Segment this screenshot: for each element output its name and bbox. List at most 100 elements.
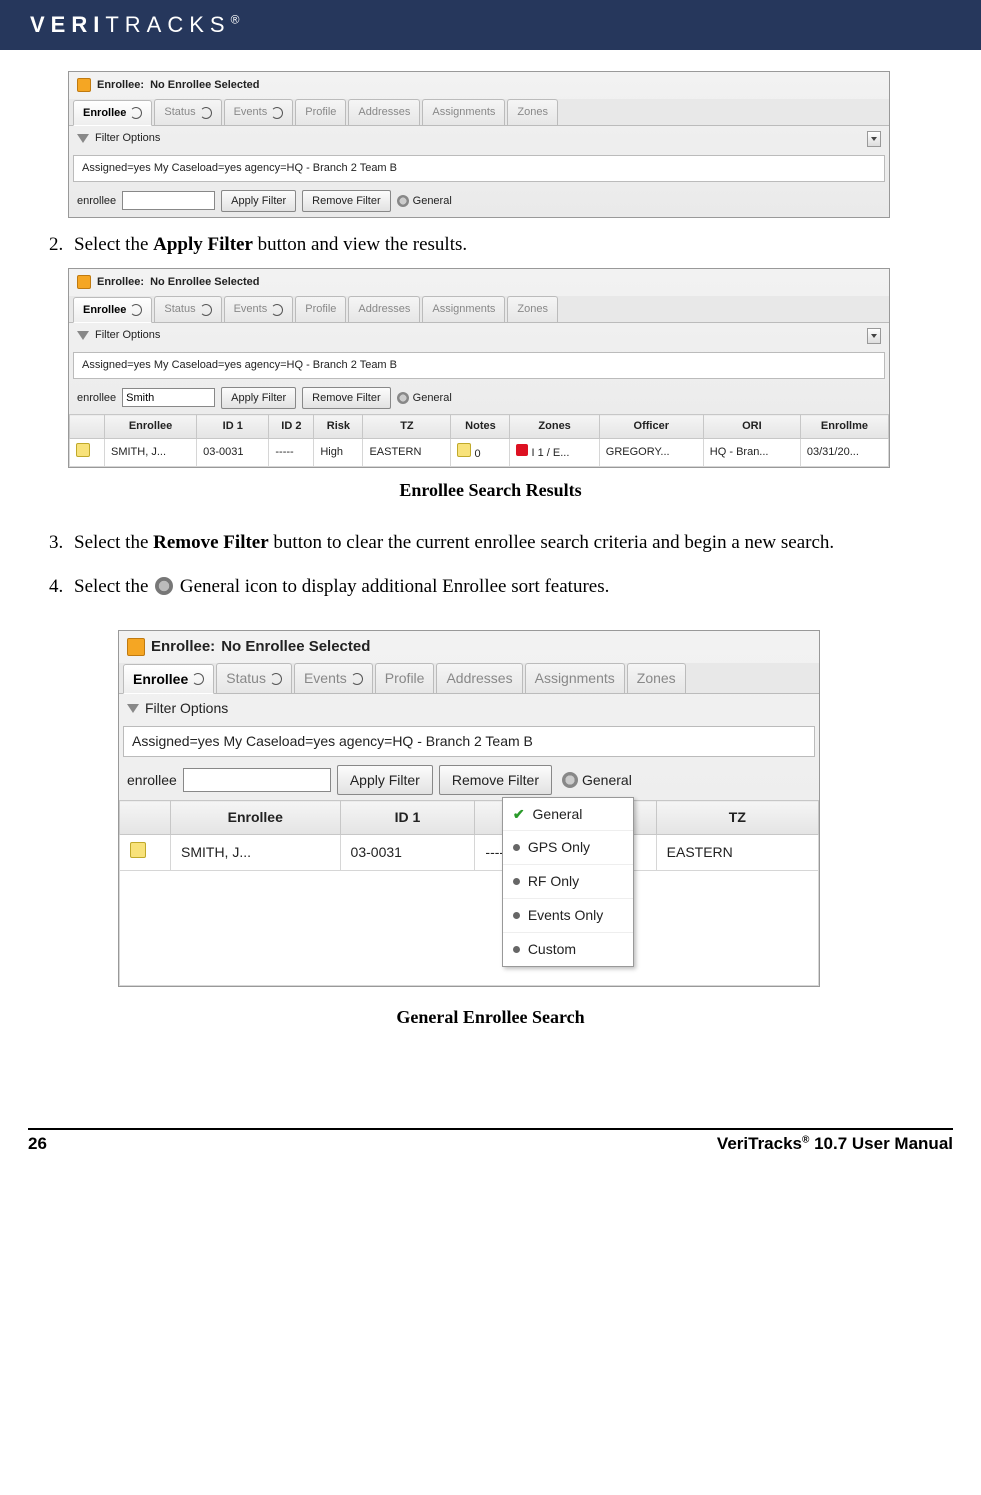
col-id2[interactable]: ID 2 (269, 415, 314, 439)
step-3: Select the Remove Filter button to clear… (68, 530, 953, 556)
gear-icon (397, 195, 409, 207)
col-enrollee[interactable]: Enrollee (105, 415, 197, 439)
col-tz[interactable]: TZ (656, 801, 818, 835)
tab-events[interactable]: Events (294, 663, 373, 693)
enrollee-label: enrollee (77, 194, 116, 209)
tab-zones[interactable]: Zones (507, 99, 558, 125)
row-icon (130, 842, 146, 858)
table-row[interactable]: SMITH, J... 03-0031 ----- High EASTERN (120, 835, 819, 871)
general-toggle[interactable]: General (397, 391, 452, 406)
refresh-icon (200, 107, 212, 119)
filter-options-label: Filter Options (95, 131, 160, 146)
tab-status[interactable]: Status (216, 663, 292, 693)
title-value: No Enrollee Selected (150, 275, 259, 290)
cell-zones: I 1 / E... (510, 439, 599, 467)
tab-profile[interactable]: Profile (295, 99, 346, 125)
dropdown-caret[interactable] (867, 328, 881, 344)
cell-ori: HQ - Bran... (703, 439, 800, 467)
general-toggle[interactable]: General ✔General GPS Only RF Only Events… (562, 771, 632, 790)
check-icon: ✔ (513, 805, 525, 824)
col-select[interactable] (120, 801, 171, 835)
title-value: No Enrollee Selected (221, 637, 370, 657)
tab-status[interactable]: Status (154, 296, 221, 322)
tab-assignments[interactable]: Assignments (422, 296, 505, 322)
apply-filter-button[interactable]: Apply Filter (221, 387, 296, 410)
enrollee-label: enrollee (127, 771, 177, 790)
cell-tz: EASTERN (363, 439, 451, 467)
tabstrip: Enrollee Status Events Profile Addresses… (69, 99, 889, 126)
table-row[interactable]: SMITH, J... 03-0031 ----- High EASTERN 0… (70, 439, 889, 467)
enrollee-input[interactable] (183, 768, 331, 792)
menu-item-general[interactable]: ✔General (503, 798, 633, 832)
enrollee-input[interactable] (122, 191, 215, 210)
col-id1[interactable]: ID 1 (340, 801, 475, 835)
menu-item-custom[interactable]: Custom (503, 933, 633, 966)
col-id1[interactable]: ID 1 (197, 415, 269, 439)
tab-addresses[interactable]: Addresses (348, 99, 420, 125)
tab-enrollee[interactable]: Enrollee (73, 100, 152, 126)
tab-enrollee[interactable]: Enrollee (73, 297, 152, 323)
enrollee-input[interactable] (122, 388, 215, 407)
title-prefix: Enrollee: (151, 637, 215, 657)
menu-item-events[interactable]: Events Only (503, 899, 633, 933)
caption-1: Enrollee Search Results (28, 478, 953, 502)
col-enrollee[interactable]: Enrollee (171, 801, 341, 835)
tab-enrollee[interactable]: Enrollee (123, 664, 214, 694)
cell-enrollee: SMITH, J... (105, 439, 197, 467)
menu-item-gps[interactable]: GPS Only (503, 831, 633, 865)
tab-events[interactable]: Events (224, 296, 294, 322)
header-band: VERITRACKS® (0, 0, 981, 50)
tab-status[interactable]: Status (154, 99, 221, 125)
dot-icon (513, 844, 520, 851)
cell-enrollee: SMITH, J... (171, 835, 341, 871)
filter-icon (77, 134, 89, 143)
tab-addresses[interactable]: Addresses (348, 296, 420, 322)
tab-assignments[interactable]: Assignments (422, 99, 505, 125)
refresh-icon (130, 107, 142, 119)
title-prefix: Enrollee: (97, 275, 144, 290)
tab-addresses[interactable]: Addresses (436, 663, 522, 693)
tab-profile[interactable]: Profile (295, 296, 346, 322)
refresh-icon (270, 673, 282, 685)
tab-zones[interactable]: Zones (627, 663, 686, 693)
remove-filter-button[interactable]: Remove Filter (302, 190, 390, 213)
step-4: Select the General icon to display addit… (68, 574, 953, 600)
tab-events[interactable]: Events (224, 99, 294, 125)
enrollee-label: enrollee (77, 391, 116, 406)
general-toggle[interactable]: General (397, 194, 452, 209)
menu-item-rf[interactable]: RF Only (503, 865, 633, 899)
col-select[interactable] (70, 415, 105, 439)
logo-reg: ® (231, 13, 240, 27)
step-list: Select the Apply Filter button and view … (28, 232, 953, 258)
col-ori[interactable]: ORI (703, 415, 800, 439)
dot-icon (513, 912, 520, 919)
col-officer[interactable]: Officer (599, 415, 703, 439)
tab-assignments[interactable]: Assignments (525, 663, 625, 693)
cell-enrollme: 03/31/20... (800, 439, 888, 467)
apply-filter-button[interactable]: Apply Filter (221, 190, 296, 213)
cell-tz: EASTERN (656, 835, 818, 871)
filter-description: Assigned=yes My Caseload=yes agency=HQ -… (73, 352, 885, 379)
col-zones[interactable]: Zones (510, 415, 599, 439)
dropdown-caret[interactable] (867, 131, 881, 147)
tab-zones[interactable]: Zones (507, 296, 558, 322)
cell-risk: High (314, 439, 363, 467)
tab-profile[interactable]: Profile (375, 663, 435, 693)
col-tz[interactable]: TZ (363, 415, 451, 439)
apply-filter-button[interactable]: Apply Filter (337, 765, 433, 796)
screenshot-1: Enrollee: No Enrollee Selected Enrollee … (68, 71, 890, 218)
manual-title: VeriTracks® 10.7 User Manual (717, 1134, 953, 1154)
filter-icon (77, 331, 89, 340)
col-notes[interactable]: Notes (451, 415, 510, 439)
remove-filter-button[interactable]: Remove Filter (302, 387, 390, 410)
remove-filter-button[interactable]: Remove Filter (439, 765, 552, 796)
cell-id1: 03-0031 (197, 439, 269, 467)
cell-id1: 03-0031 (340, 835, 475, 871)
person-icon (127, 638, 145, 656)
col-risk[interactable]: Risk (314, 415, 363, 439)
table-header-row: Enrollee ID 1 ID 2 Risk TZ (120, 801, 819, 835)
filter-options-label: Filter Options (145, 699, 228, 718)
col-enrollme[interactable]: Enrollme (800, 415, 888, 439)
filter-icon (127, 704, 139, 713)
refresh-icon (351, 673, 363, 685)
